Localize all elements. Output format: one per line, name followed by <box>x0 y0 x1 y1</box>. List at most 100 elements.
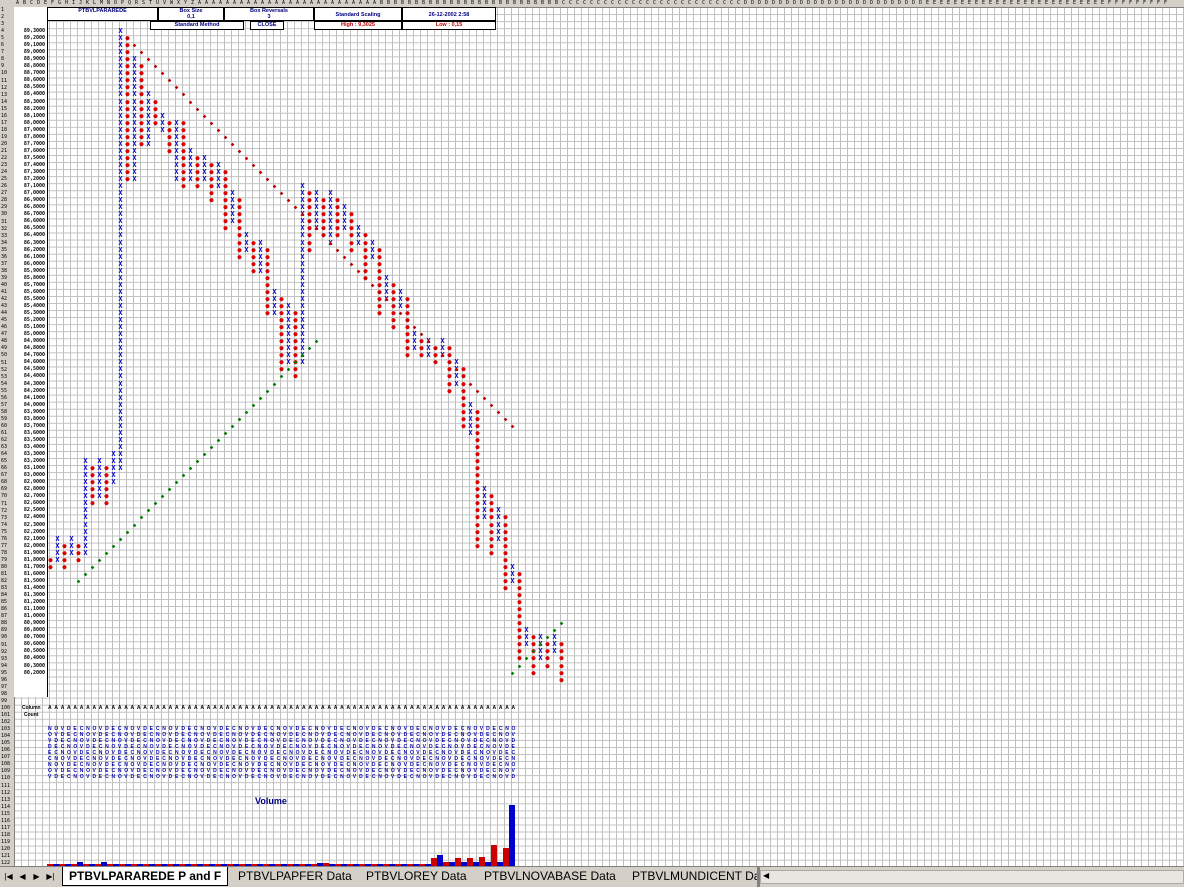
row-number[interactable]: 58 <box>1 409 7 415</box>
spreadsheet-grid[interactable]: ABCDEFGHIJKLMNOPQRSTUVWXYZAAAAAAAAAAAAAA… <box>0 0 1184 866</box>
column-letter[interactable]: B <box>429 0 432 7</box>
column-letter[interactable]: F <box>1108 0 1111 7</box>
column-letter[interactable]: C <box>667 0 670 7</box>
column-letter[interactable]: B <box>548 0 551 7</box>
column-letter[interactable]: E <box>1094 0 1097 7</box>
column-letter[interactable]: B <box>471 0 474 7</box>
column-letter[interactable]: X <box>177 0 180 7</box>
row-number[interactable]: 106 <box>1 747 10 753</box>
column-letter[interactable]: E <box>968 0 971 7</box>
row-number[interactable]: 64 <box>1 451 7 457</box>
row-number[interactable]: 3 <box>1 21 4 27</box>
tab-ptbvlorey-data[interactable]: PTBVLOREY Data <box>360 867 473 885</box>
column-letter[interactable]: C <box>674 0 677 7</box>
row-number[interactable]: 28 <box>1 197 7 203</box>
row-number[interactable]: 11 <box>1 78 7 84</box>
tab-ptbvlnovabase-data[interactable]: PTBVLNOVABASE Data <box>478 867 622 885</box>
column-letter[interactable]: D <box>828 0 831 7</box>
row-number[interactable]: 36 <box>1 254 7 260</box>
column-letter[interactable]: C <box>611 0 614 7</box>
row-number[interactable]: 19 <box>1 134 7 140</box>
row-number[interactable]: 52 <box>1 367 7 373</box>
row-number[interactable]: 35 <box>1 247 7 253</box>
row-number[interactable]: 108 <box>1 761 10 767</box>
column-letter[interactable]: E <box>1101 0 1104 7</box>
column-letter[interactable]: A <box>331 0 334 7</box>
column-letter[interactable]: A <box>275 0 278 7</box>
row-number[interactable]: 80 <box>1 564 7 570</box>
column-letter[interactable]: A <box>310 0 313 7</box>
row-number[interactable]: 83 <box>1 585 7 591</box>
row-number[interactable]: 75 <box>1 529 7 535</box>
column-letter[interactable]: B <box>464 0 467 7</box>
row-number[interactable]: 69 <box>1 486 7 492</box>
column-letter[interactable]: A <box>366 0 369 7</box>
row-number[interactable]: 16 <box>1 113 7 119</box>
row-number[interactable]: 65 <box>1 458 7 464</box>
column-letter[interactable]: Z <box>191 0 194 7</box>
column-letter[interactable]: C <box>653 0 656 7</box>
column-letter[interactable]: D <box>807 0 810 7</box>
row-number[interactable]: 44 <box>1 310 7 316</box>
column-letter[interactable]: J <box>79 0 82 7</box>
column-letter[interactable]: E <box>1003 0 1006 7</box>
row-number[interactable]: 27 <box>1 190 7 196</box>
column-letter[interactable]: C <box>716 0 719 7</box>
row-number[interactable]: 17 <box>1 120 7 126</box>
column-letter[interactable]: G <box>58 0 61 7</box>
row-number[interactable]: 15 <box>1 106 7 112</box>
column-letter[interactable]: A <box>233 0 236 7</box>
column-letter[interactable]: A <box>324 0 327 7</box>
column-letter[interactable]: W <box>170 0 173 7</box>
column-letter[interactable]: C <box>646 0 649 7</box>
row-number[interactable]: 105 <box>1 740 10 746</box>
column-letter[interactable]: A <box>345 0 348 7</box>
row-number[interactable]: 96 <box>1 677 7 683</box>
column-letter[interactable]: F <box>1150 0 1153 7</box>
row-number[interactable]: 71 <box>1 501 7 507</box>
tab-ptbvlpapfer-data[interactable]: PTBVLPAPFER Data <box>232 867 358 885</box>
column-letter[interactable]: D <box>919 0 922 7</box>
column-letter[interactable]: E <box>1031 0 1034 7</box>
column-letter[interactable]: E <box>933 0 936 7</box>
column-letter[interactable]: B <box>380 0 383 7</box>
row-number[interactable]: 119 <box>1 839 10 845</box>
column-letter[interactable]: B <box>506 0 509 7</box>
column-letter[interactable]: C <box>590 0 593 7</box>
row-number[interactable]: 92 <box>1 649 7 655</box>
next-sheet-icon[interactable]: ▶ <box>31 871 42 883</box>
column-letter[interactable]: A <box>317 0 320 7</box>
row-number[interactable]: 1 <box>1 7 4 13</box>
column-letter[interactable]: D <box>758 0 761 7</box>
column-letter[interactable]: D <box>793 0 796 7</box>
column-letter[interactable]: C <box>597 0 600 7</box>
column-letter[interactable]: D <box>863 0 866 7</box>
column-letter[interactable]: A <box>261 0 264 7</box>
row-number[interactable]: 23 <box>1 162 7 168</box>
column-letter[interactable]: U <box>156 0 159 7</box>
column-letter[interactable]: C <box>618 0 621 7</box>
row-number[interactable]: 76 <box>1 536 7 542</box>
row-number[interactable]: 84 <box>1 592 7 598</box>
row-number[interactable]: 98 <box>1 691 7 697</box>
column-letter[interactable]: C <box>660 0 663 7</box>
row-number[interactable]: 46 <box>1 324 7 330</box>
column-letter[interactable]: B <box>555 0 558 7</box>
column-letter[interactable]: F <box>51 0 54 7</box>
row-number[interactable]: 117 <box>1 825 10 831</box>
column-letter[interactable]: A <box>352 0 355 7</box>
row-number[interactable]: 45 <box>1 317 7 323</box>
column-letter[interactable]: E <box>989 0 992 7</box>
row-number[interactable]: 4 <box>1 28 4 34</box>
scroll-left-icon[interactable]: ◀ <box>763 871 769 880</box>
row-number[interactable]: 85 <box>1 599 7 605</box>
row-number[interactable]: 57 <box>1 402 7 408</box>
column-letter[interactable]: B <box>450 0 453 7</box>
row-number[interactable]: 112 <box>1 790 10 796</box>
row-number[interactable]: 102 <box>1 719 10 725</box>
column-letter[interactable]: B <box>394 0 397 7</box>
row-number[interactable]: 60 <box>1 423 7 429</box>
column-letter[interactable]: A <box>282 0 285 7</box>
column-letter[interactable]: O <box>114 0 117 7</box>
last-sheet-icon[interactable]: ▶| <box>45 871 56 883</box>
